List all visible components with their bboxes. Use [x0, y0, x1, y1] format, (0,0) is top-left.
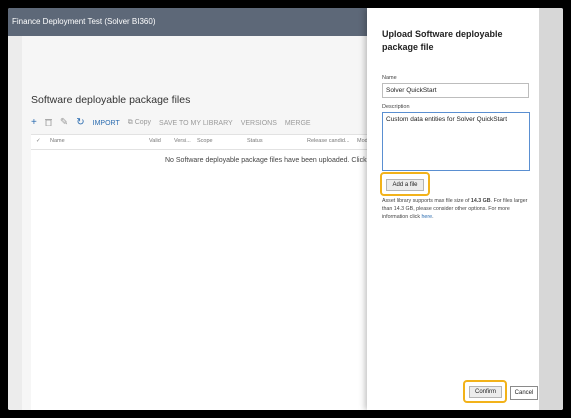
- name-label: Name: [382, 75, 397, 81]
- info-prefix: Asset library supports max file size of: [382, 198, 471, 204]
- column-header-release-candidate[interactable]: Release candid...: [307, 138, 350, 144]
- name-input[interactable]: Solver QuickStart: [382, 83, 529, 98]
- section-title: Software deployable package files: [31, 94, 191, 106]
- select-all-checkmark-icon[interactable]: ✓: [36, 138, 41, 144]
- copy-label: Copy: [134, 119, 152, 126]
- cancel-button[interactable]: Cancel: [510, 386, 538, 400]
- merge-button[interactable]: MERGE: [285, 120, 311, 127]
- panel-edge: [539, 8, 563, 410]
- grid-header: ✓ Name Valid Versi... Scope Status Relea…: [31, 135, 368, 150]
- plus-icon[interactable]: +: [31, 118, 37, 128]
- save-to-library-button[interactable]: SAVE TO MY LIBRARY: [159, 120, 233, 127]
- pencil-icon[interactable]: ✎: [60, 118, 68, 128]
- description-textarea[interactable]: Custom data entities for Solver QuickSta…: [382, 112, 530, 171]
- column-header-scope[interactable]: Scope: [197, 138, 213, 144]
- panel-title: Upload Software deployable package file: [382, 29, 503, 52]
- confirm-button[interactable]: Confirm: [469, 386, 502, 398]
- info-suffix: .: [432, 214, 434, 220]
- left-nav-strip: [8, 36, 23, 410]
- package-grid: ✓ Name Valid Versi... Scope Status Relea…: [31, 134, 373, 410]
- column-header-valid[interactable]: Valid: [149, 138, 161, 144]
- upload-panel: Upload Software deployable package file …: [367, 8, 539, 410]
- main-workspace: Software deployable package files + ✎ ↻ …: [22, 36, 373, 410]
- column-header-name[interactable]: Name: [50, 138, 65, 144]
- column-header-version[interactable]: Versi...: [174, 138, 191, 144]
- app-window: Finance Deployment Test (Solver BI360) S…: [8, 8, 563, 410]
- column-header-status[interactable]: Status: [247, 138, 263, 144]
- file-size-info: Asset library supports max file size of …: [382, 197, 532, 221]
- info-link[interactable]: here: [421, 214, 432, 220]
- description-label: Description: [382, 104, 410, 110]
- trash-icon[interactable]: [44, 118, 52, 129]
- add-file-button[interactable]: Add a file: [386, 179, 424, 191]
- import-button[interactable]: IMPORT: [93, 120, 120, 127]
- refresh-icon[interactable]: ↻: [76, 118, 84, 128]
- copy-icon: ⧉: [127, 119, 133, 126]
- copy-button[interactable]: ⧉ Copy: [128, 119, 151, 127]
- info-size: 14.3 GB: [470, 198, 491, 204]
- empty-grid-message: No Software deployable package files hav…: [165, 157, 373, 164]
- grid-toolbar: + ✎ ↻ IMPORT ⧉ Copy SAVE TO MY LIBRARY V…: [31, 116, 311, 130]
- versions-button[interactable]: VERSIONS: [241, 120, 277, 127]
